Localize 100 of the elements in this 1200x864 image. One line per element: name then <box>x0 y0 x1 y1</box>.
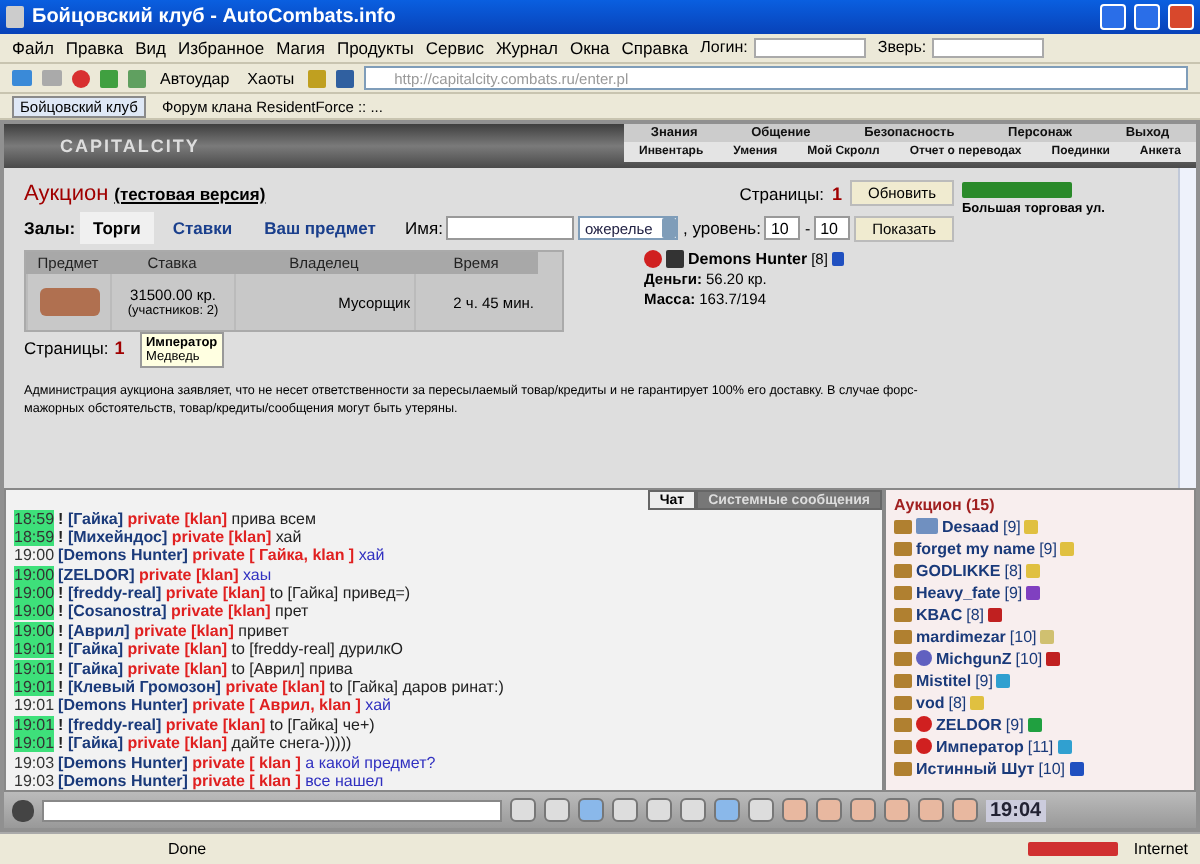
info-icon[interactable] <box>1057 739 1072 754</box>
status-text: Done <box>168 840 207 859</box>
player-name[interactable]: mardimezar <box>916 627 1006 646</box>
player-name[interactable]: Истинный Шут <box>916 759 1035 778</box>
scrollbar[interactable] <box>1178 168 1196 489</box>
menu-item[interactable]: Избранное <box>178 37 265 58</box>
minimize-button[interactable] <box>1100 3 1126 30</box>
chat-message: [ZELDOR] private [klan] хаы <box>58 565 272 584</box>
field-label: Зверь: <box>877 38 927 57</box>
player-name[interactable]: GODLIKKE <box>916 561 1001 580</box>
restore-button[interactable] <box>1134 3 1160 30</box>
toolbar-button[interactable]: Хаоты <box>243 69 299 88</box>
city-logo: CAPITALCITY <box>58 134 202 161</box>
chat-message: ! [Cosanostra] private [klan] прет <box>58 602 309 621</box>
message-time: 19:00 <box>14 602 55 621</box>
info-icon[interactable] <box>996 673 1011 688</box>
player-level: [10] <box>1009 627 1037 646</box>
message-time: 19:01 <box>14 640 55 659</box>
chat-message: ! [Гайка] private [klan] прива всем <box>58 509 316 527</box>
info-icon[interactable] <box>831 252 844 267</box>
toolbar-button[interactable]: Автоудар <box>156 69 234 88</box>
level-from-field[interactable]: 10 <box>764 216 801 241</box>
range-dash: - <box>804 219 811 238</box>
player-level: [8] <box>948 693 967 712</box>
player-name: Demons Hunter <box>688 250 808 269</box>
menu-item[interactable]: Продукты <box>336 37 414 58</box>
player-name[interactable]: Mistitel <box>916 671 972 690</box>
player-name[interactable]: KBAC <box>916 605 963 624</box>
player-level: [9] <box>975 671 993 690</box>
name-label: Имя: <box>405 218 443 239</box>
field-label: Логин: <box>700 38 748 57</box>
message-time: 19:00 <box>14 584 55 603</box>
name-field[interactable] <box>446 216 575 241</box>
zone-label: Internet <box>1133 840 1188 859</box>
menu-item[interactable]: Магия <box>276 37 325 58</box>
chat-message: ! [Клевый Громозон] private [klan] to [Гайка] даров ринат:) <box>58 678 504 697</box>
player-level: [10] <box>1015 649 1043 668</box>
hall-tab[interactable]: Торги <box>79 212 155 245</box>
emblem-icon <box>644 250 662 269</box>
player-name[interactable]: Heavy_fate <box>916 583 1001 602</box>
message-time: 19:00 <box>14 621 55 640</box>
message-time: 19:01 <box>14 734 55 753</box>
pages-label: Страницы: <box>739 183 825 204</box>
player-level: [10] <box>1038 759 1066 778</box>
message-time: 19:00 <box>14 546 55 565</box>
hall-tab[interactable]: Ставки <box>158 212 247 245</box>
info-icon[interactable] <box>1027 717 1042 732</box>
room-title: Аукцион (15) <box>894 496 997 515</box>
message-time: 19:01 <box>14 696 55 715</box>
menu-item[interactable]: Сервис <box>425 37 484 58</box>
page-number[interactable]: 1 <box>114 338 125 359</box>
version-link[interactable]: (тестовая версия) <box>114 183 266 204</box>
player-name[interactable]: MichgunZ <box>936 649 1012 668</box>
message-time: 19:01 <box>14 715 55 734</box>
player-level: [9] <box>1004 583 1023 602</box>
hall-tab[interactable]: Ваш предмет <box>250 212 390 245</box>
chat-input[interactable] <box>42 799 502 822</box>
player-name[interactable]: vod <box>916 693 945 712</box>
player-name[interactable]: forget my name <box>916 539 1036 558</box>
player-name[interactable]: ZELDOR <box>936 715 1002 734</box>
menu-item[interactable]: Окна <box>570 37 610 58</box>
chat-message: [Demons Hunter] private [ Аврил, klan ] хай <box>58 696 391 715</box>
chat-message: ! [freddy-real] private [klan] to [Гайка] че+) <box>58 715 375 734</box>
message-time: 19:03 <box>14 771 55 790</box>
menu-item[interactable]: Вид <box>135 37 167 58</box>
page-title: Аукцион <box>24 181 109 206</box>
page-number[interactable]: 1 <box>832 183 843 204</box>
message-time: 18:59 <box>14 509 55 527</box>
chat-message: [Demons Hunter] private [ klan ] а какой предмет? <box>58 753 436 772</box>
chat-message: ! [Гайка] private [klan] to [Аврил] прива <box>58 659 353 678</box>
dropdown-field[interactable] <box>753 37 866 58</box>
stop-icon[interactable] <box>72 69 90 88</box>
chat-message: ! [Аврил] private [klan] привет <box>58 621 289 640</box>
message-time: 19:01 <box>14 659 55 678</box>
dropdown-field[interactable] <box>932 37 1045 58</box>
menu-item[interactable]: Журнал <box>495 37 558 58</box>
player-level: [9] <box>1002 517 1021 536</box>
chat-message: ! [Михейндос] private [klan] хай <box>58 527 302 546</box>
player-name[interactable]: Desaad <box>942 517 999 536</box>
info-icon[interactable] <box>1046 651 1061 666</box>
pages-label: Страницы: <box>24 338 109 359</box>
player-name[interactable]: Император <box>936 737 1024 756</box>
info-icon[interactable] <box>1026 585 1041 600</box>
player-level: [11] <box>1027 737 1054 756</box>
clock: 19:04 <box>986 799 1046 822</box>
menu-item[interactable]: Файл <box>12 37 54 58</box>
menu-item[interactable]: Правка <box>65 37 124 58</box>
menu-item[interactable]: Справка <box>621 37 689 58</box>
info-icon[interactable] <box>988 607 1003 622</box>
chat-message: [Demons Hunter] private [ Гайка, klan ] хай <box>58 546 385 565</box>
health-bar <box>962 182 1072 199</box>
level-to-field[interactable]: 10 <box>814 216 851 241</box>
close-button[interactable] <box>1168 3 1194 30</box>
chat-message: ! [Гайка] private [klan] to [freddy-real] дурилкО <box>58 640 403 659</box>
player-level: [9] <box>1039 539 1057 558</box>
info-icon[interactable] <box>1069 761 1084 776</box>
halls-label: Залы: <box>24 218 76 239</box>
level-label: , уровень: <box>682 218 761 239</box>
window-title: Бойцовский клуб - AutoCombats.info <box>32 5 398 28</box>
player-level: [9] <box>1005 715 1024 734</box>
